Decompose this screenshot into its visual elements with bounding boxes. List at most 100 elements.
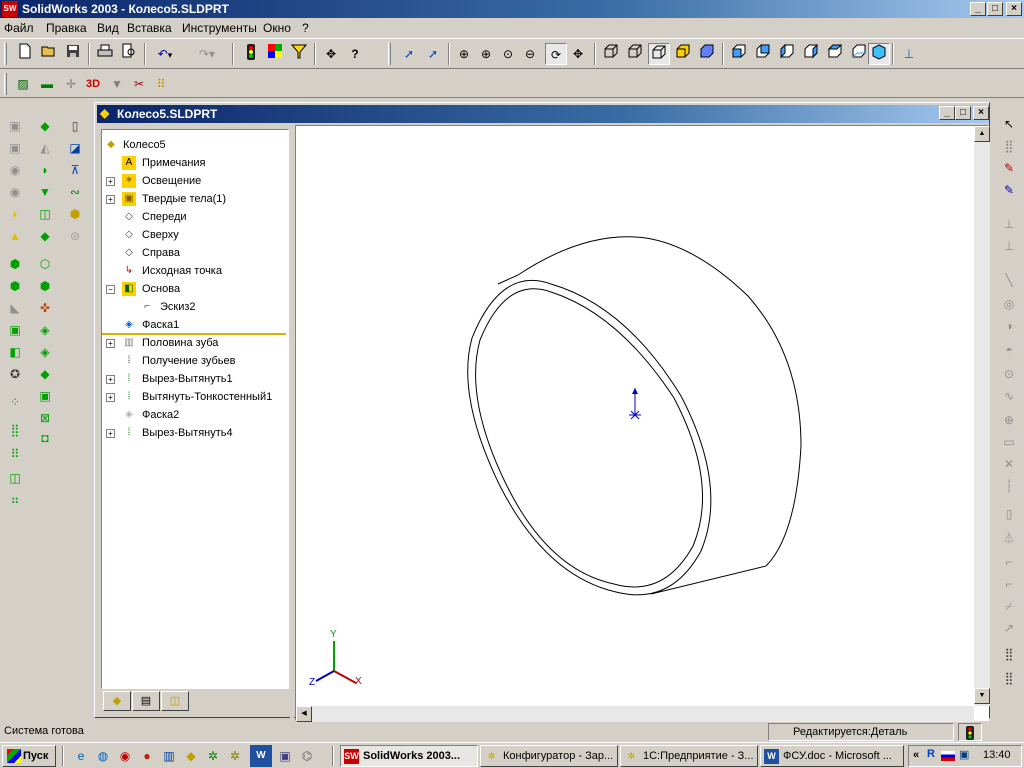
select-pointer-icon[interactable]: ↖ [998, 114, 1020, 134]
view-left-icon[interactable] [776, 43, 798, 65]
library-feature-icon[interactable]: ▬ [36, 73, 58, 95]
shell-icon[interactable]: ▣ [4, 320, 26, 340]
opera-quicklaunch-icon[interactable]: ● [136, 745, 158, 767]
rebuild-status-icon[interactable] [966, 726, 974, 740]
toolbar-grip[interactable] [388, 43, 391, 65]
linear-sketch-pattern-icon[interactable]: ⣿ [998, 644, 1020, 664]
move-component-icon[interactable]: ✛ [60, 73, 82, 95]
rollback-bar[interactable] [102, 333, 286, 335]
new-icon[interactable] [14, 43, 36, 65]
property-manager-tab-icon[interactable]: ▤ [132, 691, 160, 711]
view-trimetric-icon[interactable] [848, 43, 870, 65]
tree-item[interactable]: + ⁞ Вырез-Вытянуть1 [102, 370, 286, 388]
scale-icon[interactable]: ◫ [4, 468, 26, 488]
options-icon[interactable] [264, 43, 286, 65]
menu-window[interactable]: Окно [263, 21, 291, 35]
expand-icon[interactable]: + [106, 429, 115, 438]
doc-close-button[interactable]: × [973, 106, 989, 120]
zoom-out-icon[interactable]: ⊖ [519, 43, 541, 65]
hidden-lines-removed-icon[interactable] [648, 43, 670, 65]
point-icon[interactable]: ✕ [998, 454, 1020, 474]
word-quicklaunch-icon[interactable]: W [250, 745, 272, 767]
sketch-chamfer-icon[interactable]: ⌐ [998, 574, 1020, 594]
wrap-icon[interactable]: ◆ [34, 226, 56, 246]
toolbar-grip[interactable] [4, 73, 7, 95]
doc-maximize-button[interactable]: □ [955, 106, 971, 120]
horizontal-scrollbar[interactable]: ◀ [296, 706, 974, 722]
zoom-area-icon[interactable]: ⊙ [497, 43, 519, 65]
mold-tools-icon[interactable]: ▼ [106, 73, 128, 95]
open-icon[interactable] [38, 43, 60, 65]
redo-icon[interactable]: ↷▾ [192, 43, 222, 65]
indent-icon[interactable]: ◫ [34, 204, 56, 224]
collapse-icon[interactable]: − [106, 285, 115, 294]
doc-minimize-button[interactable]: _ [939, 106, 955, 120]
reference-plane-icon[interactable]: ◪ [64, 138, 86, 158]
deform-icon[interactable]: ▼ [34, 182, 56, 202]
extend-icon[interactable]: ↗ [998, 618, 1020, 638]
vertical-scrollbar[interactable]: ▲ ▼ [974, 126, 990, 706]
panel-splitter[interactable] [290, 125, 294, 719]
task-1c[interactable]: ✲ 1С:Предприятие - З... [620, 745, 758, 767]
eraser-icon[interactable]: ✎ [998, 158, 1020, 178]
polygon-icon[interactable]: ⊕ [998, 410, 1020, 430]
media-quicklaunch-icon[interactable]: ◉ [114, 745, 136, 767]
undo-button[interactable]: ↶▾ [150, 43, 180, 65]
ordinate-dimension-icon[interactable]: ⊥ [998, 236, 1020, 256]
ru-flag-icon[interactable] [941, 751, 955, 761]
replace-face-icon[interactable]: ◈ [34, 342, 56, 362]
minimize-button[interactable]: _ [970, 2, 986, 16]
zoom-fit-icon[interactable]: ⊕ [453, 43, 475, 65]
tree-item[interactable]: + ▣ Твердые тела(1) [102, 190, 286, 208]
rib-icon[interactable]: ◣ [4, 298, 26, 318]
tree-item[interactable]: ⌐ Эскиз2 [102, 298, 286, 316]
tree-item[interactable]: + ⁞ Вытянуть-Тонкостенный1 [102, 388, 286, 406]
explorer-quicklaunch-icon[interactable]: ◍ [92, 745, 114, 767]
convert-entities-icon[interactable]: ⏃ [998, 528, 1020, 548]
expand-icon[interactable]: + [106, 375, 115, 384]
help-whats-this-icon[interactable]: ✥ [320, 43, 342, 65]
select-filter-icon[interactable] [288, 43, 310, 65]
hole-wizard-icon[interactable]: ✪ [4, 364, 26, 384]
mirror-icon[interactable]: ⠿ [4, 444, 26, 464]
perspective-icon[interactable] [696, 43, 718, 65]
restore-button[interactable]: □ [987, 2, 1003, 16]
draft-icon[interactable]: ◧ [4, 342, 26, 362]
trim-icon[interactable]: ⌿ [998, 596, 1020, 616]
circle-icon[interactable]: ◎ [998, 294, 1020, 314]
task-configurator[interactable]: ✲ Конфигуратор - Зар... [480, 745, 618, 767]
line-icon[interactable]: ╲ [998, 270, 1020, 290]
tree-item[interactable]: ◇ Справа [102, 244, 286, 262]
books-quicklaunch-icon[interactable]: ▥ [158, 745, 180, 767]
view-front-icon[interactable] [728, 43, 750, 65]
save-icon[interactable] [62, 43, 84, 65]
tree-item[interactable]: ◇ Сверху [102, 226, 286, 244]
circular-pattern-icon[interactable]: ⣿ [4, 420, 26, 440]
graphics-area[interactable]: Y X Z ▲ ▼ ◀ [295, 125, 990, 722]
circular-sketch-pattern-icon[interactable]: ⣿ [998, 668, 1020, 688]
drive-quicklaunch-icon[interactable]: ⌬ [296, 745, 318, 767]
insert-picture-icon[interactable]: ▨ [12, 73, 34, 95]
language-icon[interactable]: R [927, 748, 935, 760]
menu-file[interactable]: Файл [4, 21, 34, 35]
center-arc-icon[interactable]: ◑ [998, 316, 1020, 336]
extruded-cut-icon[interactable]: ◗ [4, 204, 26, 224]
swept-boss-icon[interactable]: ◉ [4, 160, 26, 180]
revolved-boss-icon[interactable]: ▣ [4, 138, 26, 158]
expand-icon[interactable]: + [106, 339, 115, 348]
rectangle-icon[interactable]: ▭ [998, 432, 1020, 452]
app-title-bar[interactable]: SW SolidWorks 2003 - Колесо5.SLDPRT _ □ … [0, 0, 1024, 18]
tangent-arc-icon[interactable]: ◓ [998, 340, 1020, 360]
view-right-icon[interactable] [800, 43, 822, 65]
sketch-pencil-icon[interactable]: ✎ [998, 180, 1020, 200]
revolved-cut-icon[interactable]: ▲ [4, 226, 26, 246]
dimension-icon[interactable]: ⊥ [998, 214, 1020, 234]
rotate-icon[interactable]: ⟳ [545, 43, 567, 65]
spline-icon[interactable]: ∾ [64, 182, 86, 202]
join-icon[interactable]: ◘ [34, 428, 56, 448]
sketch-fillet-icon[interactable]: ⌐ [998, 552, 1020, 572]
expand-icon[interactable]: + [106, 393, 115, 402]
ie-quicklaunch-icon[interactable]: e [70, 745, 92, 767]
intersect-icon[interactable]: ▣ [34, 386, 56, 406]
split-line-icon[interactable]: ⠶ [4, 490, 26, 510]
